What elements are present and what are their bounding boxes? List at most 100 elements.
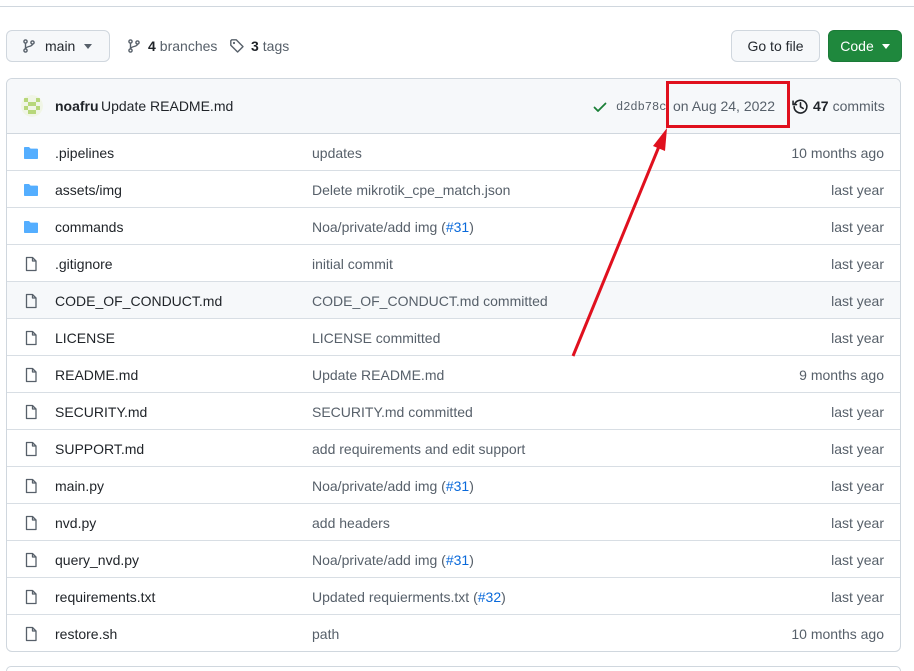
file-commit-message[interactable]: Noa/private/add img (#31) bbox=[312, 478, 474, 494]
file-row[interactable]: CODE_OF_CONDUCT.md CODE_OF_CONDUCT.md com… bbox=[7, 282, 900, 319]
commit-message-text: Noa/private/add img ( bbox=[312, 552, 446, 568]
file-name-link[interactable]: nvd.py bbox=[55, 515, 96, 531]
file-commit-message[interactable]: CODE_OF_CONDUCT.md committed bbox=[312, 293, 548, 309]
branch-name: main bbox=[45, 38, 76, 54]
file-commit-message[interactable]: Update README.md bbox=[312, 367, 444, 383]
tag-icon bbox=[230, 39, 244, 53]
commit-message-suffix: ) bbox=[469, 219, 474, 235]
file-name-link[interactable]: .pipelines bbox=[55, 145, 114, 161]
pull-request-link[interactable]: #32 bbox=[478, 589, 501, 605]
commit-message-text: add headers bbox=[312, 515, 390, 531]
file-row[interactable]: SECURITY.md SECURITY.md committed last yea… bbox=[7, 393, 900, 430]
check-icon[interactable] bbox=[592, 99, 608, 115]
file-commit-message[interactable]: LICENSE committed bbox=[312, 330, 440, 346]
folder-icon bbox=[24, 147, 38, 159]
file-list: .pipelines updates 10 months ago assets/img… bbox=[7, 134, 900, 651]
history-icon bbox=[792, 99, 808, 114]
commit-message-text: path bbox=[312, 626, 340, 642]
chevron-down-icon bbox=[881, 43, 890, 49]
file-commit-message[interactable]: Updated requierments.txt (#32) bbox=[312, 589, 506, 605]
file-commit-date: last year bbox=[831, 515, 884, 531]
file-name-link[interactable]: main.py bbox=[55, 478, 104, 494]
commit-message-text: Updated requierments.txt ( bbox=[312, 589, 478, 605]
file-name-link[interactable]: commands bbox=[55, 219, 123, 235]
file-row[interactable]: restore.sh path 10 months ago bbox=[7, 615, 900, 651]
commits-history-link[interactable]: 47 commits bbox=[813, 98, 885, 114]
file-commit-message[interactable]: Noa/private/add img (#31) bbox=[312, 552, 474, 568]
commit-message-text: Update README.md bbox=[312, 367, 445, 383]
file-commit-message[interactable]: add headers bbox=[312, 515, 390, 531]
file-name-link[interactable]: LICENSE bbox=[55, 330, 115, 346]
branches-count: 4 bbox=[148, 38, 156, 54]
file-icon bbox=[25, 515, 37, 531]
file-row[interactable]: .pipelines updates 10 months ago bbox=[7, 134, 900, 171]
pull-request-link[interactable]: #31 bbox=[446, 552, 469, 568]
file-row[interactable]: requirements.txt Updated requierments.txt… bbox=[7, 578, 900, 615]
commits-count: 47 bbox=[813, 98, 829, 114]
file-commit-message[interactable]: initial commit bbox=[312, 256, 393, 272]
commit-message-text: add requirements and edit support bbox=[312, 441, 526, 457]
file-commit-date: 10 months ago bbox=[791, 626, 884, 642]
file-row[interactable]: SUPPORT.md add requirements and edit supp… bbox=[7, 430, 900, 467]
commit-sha[interactable]: d2db78c bbox=[616, 100, 666, 114]
top-divider bbox=[0, 6, 914, 7]
file-commit-date: last year bbox=[831, 589, 884, 605]
file-icon bbox=[25, 626, 37, 642]
file-commit-date: 9 months ago bbox=[799, 367, 884, 383]
file-icon bbox=[25, 552, 37, 568]
file-icon bbox=[25, 478, 37, 494]
folder-icon bbox=[24, 221, 38, 233]
file-row[interactable]: LICENSE LICENSE committed last year bbox=[7, 319, 900, 356]
commit-message-text: updates bbox=[312, 145, 362, 161]
commit-message-text: Noa/private/add img ( bbox=[312, 219, 446, 235]
tags-count: 3 bbox=[251, 38, 259, 54]
file-commit-message[interactable]: Delete mikrotik_cpe_match.json bbox=[312, 182, 510, 198]
file-name-link[interactable]: assets/img bbox=[55, 182, 122, 198]
file-commit-date: last year bbox=[831, 404, 884, 420]
file-commit-message[interactable]: add requirements and edit support bbox=[312, 441, 525, 457]
commit-message[interactable]: Update README.md bbox=[101, 98, 233, 114]
go-to-file-button[interactable]: Go to file bbox=[731, 30, 820, 62]
commit-author[interactable]: noafru bbox=[55, 98, 99, 114]
file-row[interactable]: .gitignore initial commit last year bbox=[7, 245, 900, 282]
tags-label: tags bbox=[262, 38, 290, 54]
file-name-link[interactable]: restore.sh bbox=[55, 626, 117, 642]
file-commit-date: 10 months ago bbox=[791, 145, 884, 161]
commit-message-text: LICENSE committed bbox=[312, 330, 441, 346]
file-name-link[interactable]: requirements.txt bbox=[55, 589, 155, 605]
code-button[interactable]: Code bbox=[828, 30, 902, 62]
file-row[interactable]: query_nvd.py Noa/private/add img (#31) las… bbox=[7, 541, 900, 578]
commit-message-text: SECURITY.md committed bbox=[312, 404, 473, 420]
branch-select-button[interactable]: main bbox=[6, 30, 110, 62]
identicon-icon bbox=[21, 95, 43, 117]
file-commit-message[interactable]: path bbox=[312, 626, 339, 642]
tags-link[interactable]: 3 tags bbox=[229, 30, 289, 62]
repo-toolbar: main 4 branches 3 tags Go to file Code bbox=[6, 30, 902, 62]
file-commit-message[interactable]: Noa/private/add img (#31) bbox=[312, 219, 474, 235]
file-icon bbox=[25, 589, 37, 605]
file-name-link[interactable]: CODE_OF_CONDUCT.md bbox=[55, 293, 222, 309]
file-icon bbox=[25, 404, 37, 420]
file-name-link[interactable]: SECURITY.md bbox=[55, 404, 147, 420]
file-commit-message[interactable]: updates bbox=[312, 145, 362, 161]
file-row[interactable]: nvd.py add headers last year bbox=[7, 504, 900, 541]
file-name-link[interactable]: SUPPORT.md bbox=[55, 441, 144, 457]
pull-request-link[interactable]: #31 bbox=[446, 478, 469, 494]
file-row[interactable]: commands Noa/private/add img (#31) last ye… bbox=[7, 208, 900, 245]
file-commit-message[interactable]: SECURITY.md committed bbox=[312, 404, 473, 420]
annotation-highlight-box bbox=[666, 81, 790, 128]
file-icon bbox=[25, 293, 37, 309]
pull-request-link[interactable]: #31 bbox=[446, 219, 469, 235]
commit-message-text: Delete mikrotik_cpe_match.json bbox=[312, 182, 511, 198]
file-row[interactable]: main.py Noa/private/add img (#31) last yea… bbox=[7, 467, 900, 504]
avatar[interactable] bbox=[21, 95, 43, 117]
file-row[interactable]: README.md Update README.md 9 months ago bbox=[7, 356, 900, 393]
file-name-link[interactable]: .gitignore bbox=[55, 256, 113, 272]
branches-link[interactable]: 4 branches bbox=[126, 30, 217, 62]
readme-box-edge bbox=[6, 666, 901, 671]
commit-message-suffix: ) bbox=[469, 552, 474, 568]
file-row[interactable]: assets/img Delete mikrotik_cpe_match.json… bbox=[7, 171, 900, 208]
file-commit-date: last year bbox=[831, 293, 884, 309]
file-name-link[interactable]: query_nvd.py bbox=[55, 552, 139, 568]
file-name-link[interactable]: README.md bbox=[55, 367, 138, 383]
